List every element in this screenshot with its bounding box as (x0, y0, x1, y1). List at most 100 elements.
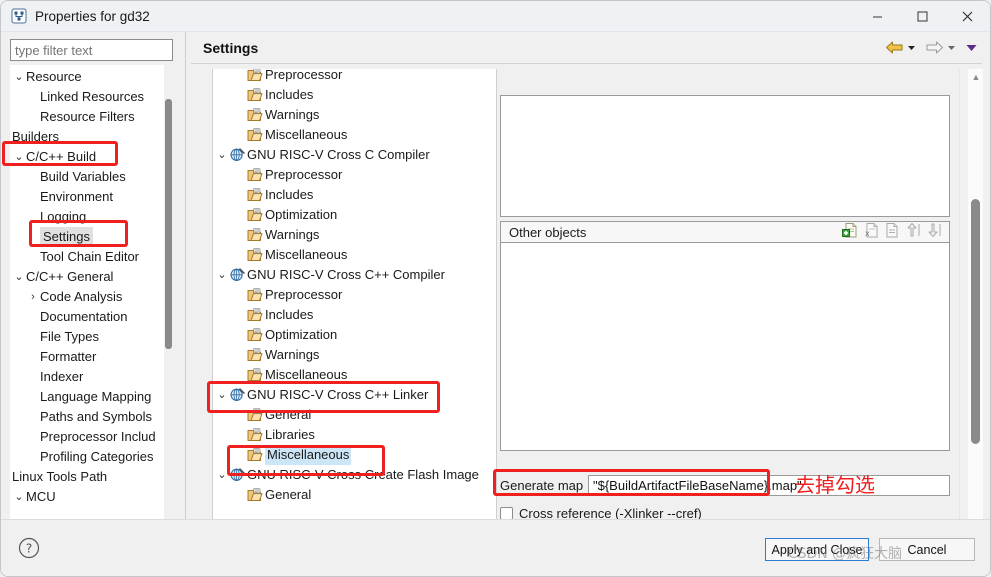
tool-tree-item-includes[interactable]: Includes (213, 185, 479, 205)
tool-tree-item-optimization[interactable]: Optimization (213, 325, 479, 345)
tool-tree-item-includes[interactable]: Includes (213, 85, 479, 105)
chevron-down-icon[interactable]: ⌄ (215, 465, 229, 485)
tool-tree-item-label: Preprocessor (265, 167, 343, 182)
options-scroll-separator (959, 69, 960, 542)
sidebar-item-indexer[interactable]: Indexer (10, 367, 173, 387)
minimize-button[interactable] (855, 1, 900, 32)
sidebar-item-paths-and-symbols[interactable]: Paths and Symbols (10, 407, 173, 427)
tool-tree-item-label: Warnings (265, 227, 320, 242)
sidebar-item-build-variables[interactable]: Build Variables (10, 167, 173, 187)
sidebar-item-linked-resources[interactable]: Linked Resources (10, 87, 173, 107)
tool-tree-item-optimization[interactable]: Optimization (213, 205, 479, 225)
chevron-down-icon[interactable]: ⌄ (215, 145, 229, 165)
tool-tree-item-gnu-risc-v-cross-c++-compiler[interactable]: ⌄ GNU RISC-V Cross C++ Compiler (213, 265, 479, 285)
generate-map-input[interactable] (588, 474, 950, 496)
window-title: Properties for gd32 (35, 8, 150, 24)
forward-dropdown-chevron-down-icon[interactable] (946, 42, 957, 53)
tool-tree-item-general[interactable]: General (213, 485, 479, 505)
tool-tree-item-miscellaneous[interactable]: Miscellaneous (213, 245, 479, 265)
tool-tree-item-label: GNU RISC-V Cross Create Flash Image (247, 467, 479, 482)
move-up-icon[interactable] (905, 222, 922, 242)
sidebar-item-code-analysis[interactable]: › Code Analysis (10, 287, 173, 307)
help-icon[interactable]: ? (17, 536, 41, 560)
sidebar-item-c-c-general[interactable]: ⌄ C/C++ General (10, 267, 173, 287)
sidebar-item-tool-chain-editor[interactable]: Tool Chain Editor (10, 247, 173, 267)
tool-tree-item-miscellaneous[interactable]: Miscellaneous (213, 365, 479, 385)
tool-tree-item-preprocessor[interactable]: Preprocessor (213, 165, 479, 185)
other-objects-list[interactable] (500, 243, 950, 451)
tool-tree-item-warnings[interactable]: Warnings (213, 105, 479, 125)
add-icon[interactable] (842, 222, 859, 242)
category-tree[interactable]: ⌄ Resource Linked Resources Resource Filter… (10, 65, 173, 532)
tool-settings-tree[interactable]: Preprocessor Includes Warnings Miscellaneou… (212, 69, 497, 542)
tool-tree-item-miscellaneous[interactable]: Miscellaneous (213, 125, 479, 145)
move-down-icon[interactable] (926, 222, 943, 242)
tool-tree-item-warnings[interactable]: Warnings (213, 225, 479, 245)
sidebar-item-label: Resource Filters (40, 109, 135, 124)
folder-tool-icon (247, 185, 265, 205)
sidebar-item-profiling-categories[interactable]: Profiling Categories (10, 447, 173, 467)
tool-tree-item-gnu-risc-v-cross-create-flash-image[interactable]: ⌄ GNU RISC-V Cross Create Flash Image (213, 465, 479, 485)
tool-tree-item-includes[interactable]: Includes (213, 305, 479, 325)
folder-tool-icon (247, 105, 265, 125)
cross-reference-checkbox[interactable] (500, 506, 513, 520)
tool-tree-item-preprocessor[interactable]: Preprocessor (213, 69, 479, 85)
sidebar-item-language-mapping[interactable]: Language Mapping (10, 387, 173, 407)
delete-icon[interactable]: x (863, 222, 880, 242)
tool-tree-item-label: General (265, 407, 312, 422)
sidebar-item-builders[interactable]: Builders (10, 127, 173, 147)
chevron-right-icon[interactable]: › (26, 287, 40, 307)
sidebar-item-linux-tools-path[interactable]: Linux Tools Path (10, 467, 173, 487)
sidebar-item-mcu[interactable]: ⌄ MCU (10, 487, 173, 507)
svg-text:?: ? (26, 542, 32, 556)
sidebar-item-c-c-build[interactable]: ⌄ C/C++ Build (10, 147, 173, 167)
sidebar-item-resource[interactable]: ⌄ Resource (10, 67, 173, 87)
tool-tree-item-miscellaneous[interactable]: Miscellaneous (213, 445, 479, 465)
tool-tree-item-label: Miscellaneous (265, 445, 352, 465)
back-dropdown-chevron-down-icon[interactable] (906, 42, 917, 53)
chevron-down-icon[interactable]: ⌄ (215, 265, 229, 285)
category-tree-vscrollbar[interactable] (164, 65, 174, 532)
navigation-toolbar (885, 40, 990, 55)
chevron-down-icon[interactable]: ⌄ (12, 267, 26, 287)
close-button[interactable] (945, 1, 990, 32)
sidebar-item-label: Linux Tools Path (12, 469, 108, 484)
top-object-list[interactable] (500, 95, 950, 217)
sidebar-item-environment[interactable]: Environment (10, 187, 173, 207)
forward-arrow-icon[interactable] (925, 40, 944, 55)
back-arrow-icon[interactable] (885, 40, 904, 55)
tool-tree-item-general[interactable]: General (213, 405, 479, 425)
sidebar-item-documentation[interactable]: Documentation (10, 307, 173, 327)
tool-tree-item-gnu-risc-v-cross-c++-linker[interactable]: ⌄ GNU RISC-V Cross C++ Linker (213, 385, 479, 405)
edit-icon[interactable] (884, 222, 901, 242)
other-objects-title: Other objects (509, 224, 587, 240)
tool-tree-item-libraries[interactable]: Libraries (213, 425, 479, 445)
sidebar-item-label: Paths and Symbols (40, 409, 153, 424)
options-vscroll-thumb[interactable] (971, 199, 980, 444)
sidebar-item-file-types[interactable]: File Types (10, 327, 173, 347)
sidebar-item-resource-filters[interactable]: Resource Filters (10, 107, 173, 127)
tool-tree-item-preprocessor[interactable]: Preprocessor (213, 285, 479, 305)
tool-tree-item-warnings[interactable]: Warnings (213, 345, 479, 365)
chevron-down-icon[interactable]: ⌄ (215, 385, 229, 405)
tool-tree-item-label: GNU RISC-V Cross C Compiler (247, 147, 430, 162)
other-objects-toolbar: x (842, 222, 949, 242)
scroll-up-arrow-icon[interactable]: ▲ (968, 69, 984, 85)
sidebar-item-logging[interactable]: Logging (10, 207, 173, 227)
folder-tool-icon (247, 485, 265, 505)
chevron-down-icon[interactable]: ⌄ (12, 147, 26, 167)
sidebar-item-settings[interactable]: Settings (10, 227, 173, 247)
page-menu-chevron-down-purple-icon[interactable] (965, 42, 978, 53)
chevron-down-icon[interactable]: ⌄ (12, 487, 26, 507)
folder-tool-icon (247, 245, 265, 265)
chevron-down-icon[interactable]: ⌄ (12, 67, 26, 87)
sidebar-item-formatter[interactable]: Formatter (10, 347, 173, 367)
annotation-note: 去掉勾选 (795, 473, 875, 497)
category-tree-vscroll-thumb[interactable] (165, 99, 172, 349)
options-vscrollbar[interactable]: ▲ ▼ (967, 69, 983, 542)
sidebar-item-label: Environment (40, 189, 113, 204)
tool-tree-item-gnu-risc-v-cross-c-compiler[interactable]: ⌄ GNU RISC-V Cross C Compiler (213, 145, 479, 165)
filter-input[interactable] (10, 39, 173, 61)
sidebar-item-preprocessor-includ[interactable]: Preprocessor Includ (10, 427, 173, 447)
maximize-button[interactable] (900, 1, 945, 32)
